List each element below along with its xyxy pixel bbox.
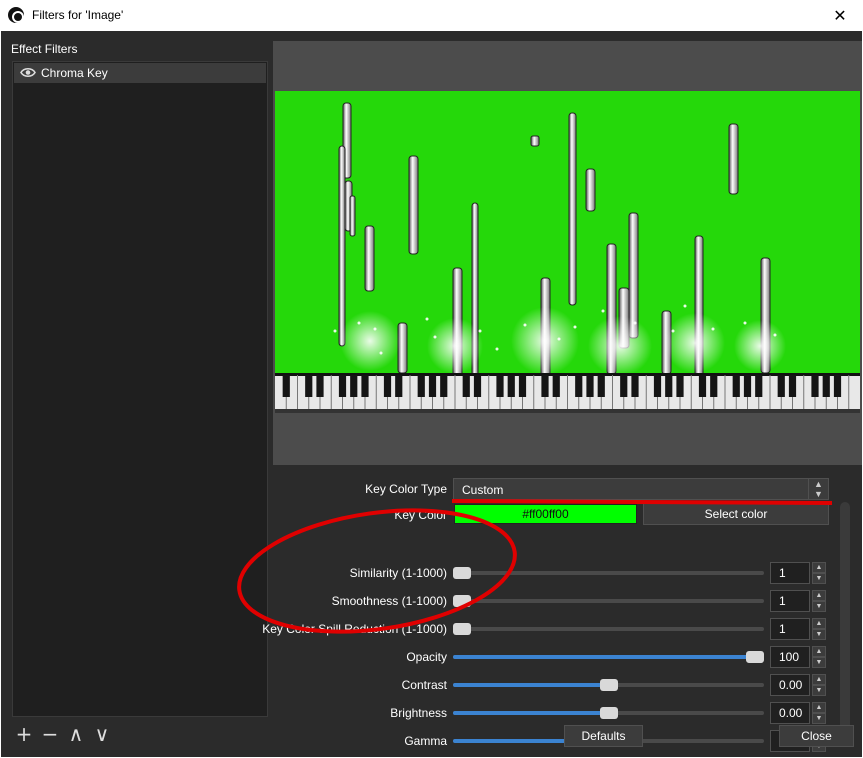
- preview-area: [273, 41, 862, 465]
- key-color-row: Key Color #ff00ff00 Select color: [273, 503, 833, 526]
- increment-icon[interactable]: ▲: [812, 590, 826, 601]
- increment-icon[interactable]: ▲: [812, 702, 826, 713]
- select-color-button[interactable]: Select color: [643, 503, 829, 525]
- decrement-icon[interactable]: ▼: [812, 713, 826, 724]
- key-color-type-select[interactable]: Custom ▲ ▼: [453, 478, 829, 500]
- smoothness-label: Smoothness (1-1000): [331, 594, 447, 608]
- brightness-slider[interactable]: [453, 707, 764, 719]
- spill-reduction-spinbox[interactable]: 1 ▲ ▼: [770, 618, 828, 640]
- filter-item-label: Chroma Key: [41, 66, 108, 80]
- increment-icon[interactable]: ▲: [812, 562, 826, 573]
- contrast-spinbox[interactable]: 0.00 ▲ ▼: [770, 674, 828, 696]
- close-button[interactable]: Close: [779, 725, 854, 747]
- contrast-row: Contrast 0.00 ▲ ▼: [273, 674, 833, 696]
- window-close-button[interactable]: ✕: [817, 0, 863, 31]
- similarity-label: Similarity (1-1000): [349, 566, 447, 580]
- decrement-icon[interactable]: ▼: [812, 657, 826, 668]
- filter-list-toolbar: + − ∧ ∨: [13, 723, 133, 747]
- obs-logo-icon: [8, 7, 24, 23]
- slider-handle[interactable]: [453, 567, 471, 579]
- properties-scrollbar[interactable]: [840, 502, 850, 732]
- key-color-type-row: Key Color Type Custom ▲ ▼: [273, 478, 833, 500]
- gamma-row: Gamma 0.00 ▲ ▼: [273, 730, 833, 752]
- similarity-row: Similarity (1-1000) 1 ▲ ▼: [273, 562, 833, 584]
- decrement-icon[interactable]: ▼: [812, 601, 826, 612]
- source-preview: [275, 91, 860, 413]
- contrast-slider[interactable]: [453, 679, 764, 691]
- slider-handle[interactable]: [599, 707, 618, 719]
- similarity-slider[interactable]: [453, 567, 764, 579]
- spill-reduction-label: Key Color Spill Reduction (1-1000): [262, 622, 447, 636]
- slider-handle[interactable]: [599, 679, 618, 691]
- spill-reduction-row: Key Color Spill Reduction (1-1000) 1 ▲ ▼: [262, 618, 833, 640]
- brightness-spinbox[interactable]: 0.00 ▲ ▼: [770, 702, 828, 724]
- defaults-button[interactable]: Defaults: [564, 725, 643, 747]
- increment-icon[interactable]: ▲: [812, 618, 826, 629]
- key-color-type-value: Custom: [462, 483, 504, 497]
- brightness-value[interactable]: 0.00: [770, 702, 810, 724]
- spill-reduction-slider[interactable]: [453, 623, 764, 635]
- filters-window: Effect Filters Chroma Key + − ∧ ∨ Key Co…: [1, 31, 862, 757]
- filter-properties-panel: Key Color Type Custom ▲ ▼ Key Color #ff00…: [262, 468, 862, 757]
- contrast-label: Contrast: [401, 678, 447, 692]
- slider-handle[interactable]: [453, 623, 471, 635]
- title-bar: Filters for 'Image' ✕: [0, 0, 863, 31]
- opacity-spinbox[interactable]: 100 ▲ ▼: [770, 646, 828, 668]
- slider-fill: [453, 655, 755, 659]
- decrement-icon[interactable]: ▼: [812, 573, 826, 584]
- spill-reduction-value[interactable]: 1: [770, 618, 810, 640]
- move-filter-up-button[interactable]: ∧: [65, 723, 87, 745]
- opacity-row: Opacity 100 ▲ ▼: [273, 646, 833, 668]
- gamma-label: Gamma: [404, 734, 447, 748]
- decrement-icon[interactable]: ▼: [812, 629, 826, 640]
- brightness-row: Brightness 0.00 ▲ ▼: [273, 702, 833, 724]
- opacity-slider[interactable]: [453, 651, 764, 663]
- key-color-swatch: #ff00ff00: [454, 504, 637, 524]
- key-color-label: Key Color: [394, 508, 447, 522]
- smoothness-slider[interactable]: [453, 595, 764, 607]
- opacity-label: Opacity: [406, 650, 447, 664]
- smoothness-spinbox[interactable]: 1 ▲ ▼: [770, 590, 828, 612]
- move-filter-down-button[interactable]: ∨: [91, 723, 113, 745]
- increment-icon[interactable]: ▲: [812, 646, 826, 657]
- chevron-up-down-icon: ▲ ▼: [808, 479, 828, 499]
- eye-icon[interactable]: [20, 67, 36, 78]
- similarity-spinbox[interactable]: 1 ▲ ▼: [770, 562, 828, 584]
- similarity-value[interactable]: 1: [770, 562, 810, 584]
- window-title: Filters for 'Image': [32, 8, 124, 22]
- effect-filters-label: Effect Filters: [11, 42, 78, 56]
- filter-item-chroma-key[interactable]: Chroma Key: [14, 63, 266, 83]
- slider-handle[interactable]: [746, 651, 764, 663]
- key-color-type-label: Key Color Type: [365, 482, 447, 496]
- smoothness-row: Smoothness (1-1000) 1 ▲ ▼: [273, 590, 833, 612]
- effect-filter-list[interactable]: Chroma Key: [12, 61, 268, 717]
- piano-visualizer-image: [275, 102, 860, 413]
- decrement-icon[interactable]: ▼: [812, 685, 826, 696]
- slider-handle[interactable]: [453, 595, 471, 607]
- contrast-value[interactable]: 0.00: [770, 674, 810, 696]
- add-filter-button[interactable]: +: [13, 723, 35, 745]
- increment-icon[interactable]: ▲: [812, 674, 826, 685]
- slider-fill: [453, 683, 609, 687]
- opacity-value[interactable]: 100: [770, 646, 810, 668]
- remove-filter-button[interactable]: −: [39, 723, 61, 745]
- smoothness-value[interactable]: 1: [770, 590, 810, 612]
- brightness-label: Brightness: [390, 706, 447, 720]
- slider-fill: [453, 711, 609, 715]
